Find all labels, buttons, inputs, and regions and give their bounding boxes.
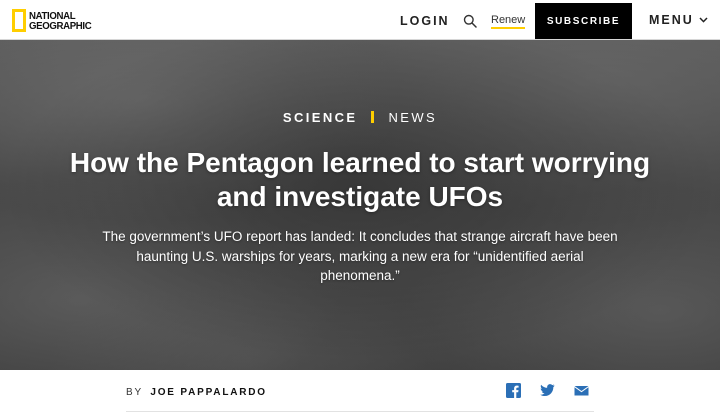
article-dek: The government’s UFO report has landed: … (102, 229, 618, 283)
hero-image: SCIENCE NEWS How the Pentagon learned to … (0, 40, 720, 370)
renew-link[interactable]: Renew (491, 14, 526, 29)
menu-button[interactable]: MENU (649, 13, 708, 27)
login-link[interactable]: LOGIN (400, 14, 450, 28)
byline-bar: BY JOE PAPPALARDO (126, 370, 594, 412)
subscribe-button[interactable]: SUBSCRIBE (535, 3, 632, 39)
article-headline: How the Pentagon learned to start worryi… (69, 147, 651, 212)
kicker-section-link[interactable]: SCIENCE (283, 110, 358, 125)
kicker-divider (371, 111, 375, 123)
twitter-icon[interactable] (540, 383, 555, 398)
kicker-type: NEWS (388, 110, 438, 125)
article-kicker: SCIENCE NEWS (0, 110, 720, 125)
logo-yellow-frame (12, 9, 26, 32)
menu-label: MENU (649, 13, 694, 27)
site-header: NATIONAL GEOGRAPHIC LOGIN Renew SUBSCRIB… (0, 0, 720, 40)
author-link[interactable]: JOE PAPPALARDO (150, 387, 267, 398)
search-icon[interactable] (463, 14, 477, 28)
email-icon[interactable] (574, 383, 589, 398)
byline-prefix: BY (126, 387, 143, 398)
facebook-icon[interactable] (506, 383, 521, 398)
logo-wordmark: NATIONAL GEOGRAPHIC (29, 9, 92, 32)
natgeo-logo[interactable]: NATIONAL GEOGRAPHIC (12, 9, 97, 32)
byline: BY JOE PAPPALARDO (126, 387, 267, 398)
chevron-down-icon (699, 17, 708, 23)
